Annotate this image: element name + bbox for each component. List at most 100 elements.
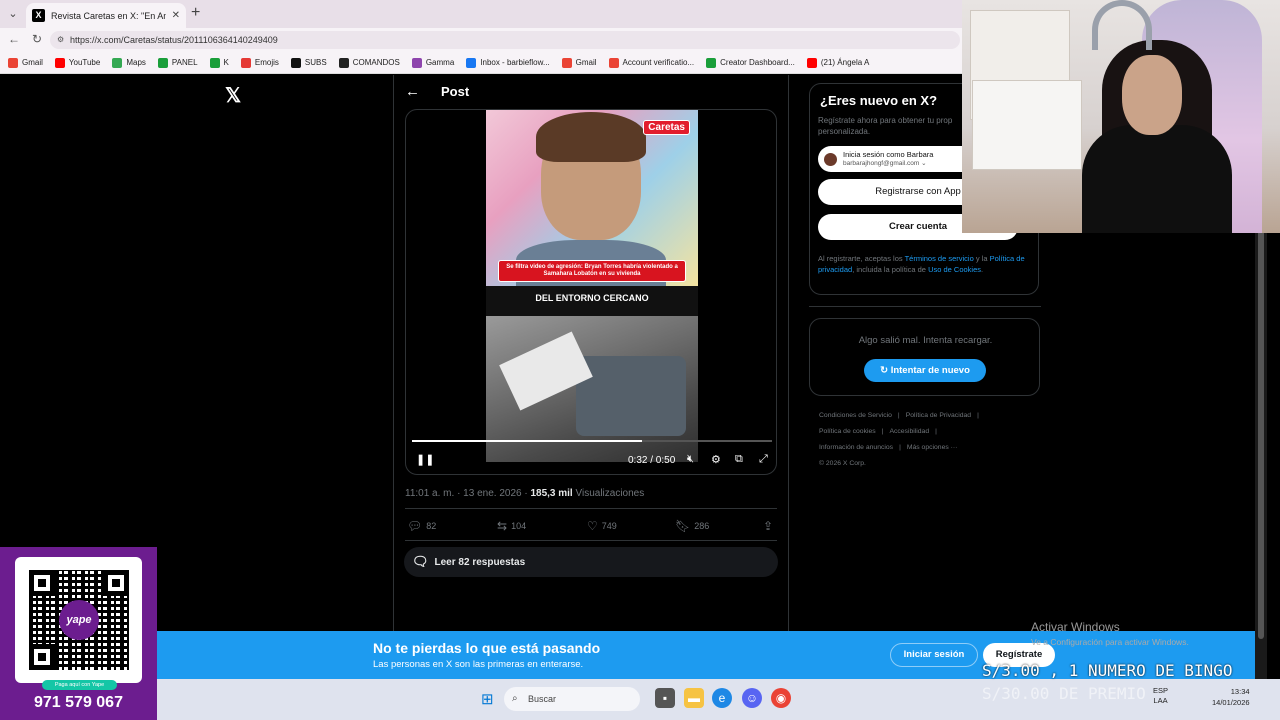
heart-icon: ♡ (587, 519, 598, 533)
bookmark-favicon-icon (240, 57, 251, 68)
bookmark-item[interactable]: COMANDOS (338, 57, 400, 68)
browser-tab[interactable]: X Revista Caretas en X: "En Amor y F ✕ (26, 3, 186, 28)
bookmark-favicon-icon (608, 57, 619, 68)
back-arrow-icon[interactable]: ← (405, 83, 420, 100)
activate-windows-subtitle: Ve a Configuración para activar Windows. (1031, 637, 1189, 647)
new-tab-icon[interactable]: + (191, 4, 200, 22)
pause-icon[interactable]: ❚❚ (416, 453, 434, 466)
bookmark-favicon-icon (8, 57, 18, 68)
error-card: Algo salió mal. Intenta recargar. ↻ Inte… (809, 318, 1040, 396)
speech-bubble-icon: 🗨︎ (412, 554, 429, 569)
legal-text: Al registrarte, aceptas los Términos de … (818, 254, 1033, 275)
repost-button[interactable]: ⇆ 104 (497, 519, 526, 533)
login-button[interactable]: Iniciar sesión (890, 643, 978, 667)
reply-button[interactable]: 💬︎ 82 (407, 519, 436, 533)
url-text: https://x.com/Caretas/status/20111063641… (70, 35, 278, 45)
banner-subtitle: Las personas en X son las primeras en en… (373, 659, 584, 670)
terms-link[interactable]: Términos de servicio (905, 254, 974, 263)
avatar (824, 152, 837, 166)
bookmark-item[interactable]: Gmail (561, 57, 597, 68)
bookmark-label: Maps (126, 58, 146, 67)
bookmark-item[interactable]: PANEL (157, 57, 198, 68)
bookmark-button[interactable]: 🔖︎ 286 (675, 519, 709, 533)
bookmark-item[interactable]: Creator Dashboard... (706, 57, 795, 68)
x-logo-icon[interactable]: 𝕏 (225, 83, 241, 108)
share-button[interactable]: ⇪ (763, 519, 773, 533)
apple-signup-label: Registrarse con App (875, 186, 961, 197)
bookmark-item[interactable]: Account verificatio... (608, 57, 695, 68)
close-tab-icon[interactable]: ✕ (172, 10, 180, 21)
error-message: Algo salió mal. Intenta recargar. (858, 335, 993, 346)
video-progress-fill (412, 440, 643, 442)
footer-link[interactable]: Política de Privacidad (906, 412, 971, 419)
bookmark-item[interactable]: Gmail (8, 57, 43, 68)
repost-count: 104 (511, 521, 527, 531)
back-nav-icon[interactable]: ← (8, 32, 20, 46)
fullscreen-icon[interactable]: ⤢ (759, 453, 768, 466)
yape-logo: yape (59, 600, 99, 640)
settings-gear-icon[interactable]: ⚙ (711, 453, 721, 466)
footer-separator: | (881, 428, 884, 435)
signup-title: ¿Eres nuevo en X? (820, 93, 938, 108)
keyboard-language[interactable]: ESP LAA (1153, 686, 1168, 706)
bookmark-label: Account verificatio... (622, 58, 695, 67)
search-icon: ⌕ (512, 693, 518, 704)
clock-time: 13:34 (1230, 687, 1250, 696)
video-player[interactable]: Caretas Se filtra video de agresión: Bry… (405, 109, 777, 475)
google-signin-email: barbarajhongf@gmail.com ⌄ (843, 160, 927, 168)
bookmark-favicon-icon (112, 57, 123, 68)
edge-icon[interactable]: e (712, 688, 732, 708)
footer-link[interactable]: © 2026 X Corp. (819, 460, 866, 467)
bookmark-favicon-icon (157, 57, 168, 68)
bookmark-favicon-icon (466, 57, 477, 68)
drawers-shape (972, 80, 1082, 170)
read-replies-button[interactable]: 🗨︎ Leer 82 respuestas (404, 547, 778, 577)
picture-in-picture-icon[interactable]: ⧉ (735, 453, 743, 466)
reload-icon[interactable]: ↻ (32, 32, 42, 46)
footer-link[interactable]: Accesibilidad (889, 428, 929, 435)
bookmark-count: 286 (694, 521, 710, 531)
bookmark-item[interactable]: K (209, 57, 229, 68)
page-title: Post (441, 84, 470, 99)
video-top-image: Caretas Se filtra video de agresión: Bry… (486, 110, 698, 290)
bookmark-icon: 🔖︎ (675, 519, 691, 533)
divider (405, 508, 777, 509)
bookmark-item[interactable]: SUBS (290, 57, 327, 68)
chrome-icon[interactable]: ◉ (771, 688, 791, 708)
mute-icon[interactable]: 🔇︎ (687, 453, 694, 466)
taskbar-search[interactable]: ⌕ Buscar (504, 687, 640, 711)
clock-date: 14/01/2026 (1212, 697, 1250, 707)
like-button[interactable]: ♡ 749 (587, 519, 617, 533)
footer-link[interactable]: Información de anuncios (819, 444, 893, 451)
bookmark-favicon-icon (54, 57, 65, 68)
bookmark-item[interactable]: (21) Ángela A (806, 57, 869, 68)
task-view-icon[interactable]: ▪ (655, 688, 675, 708)
video-progress-bar[interactable] (412, 440, 772, 442)
bookmark-item[interactable]: Inbox - barbieflow... (466, 57, 550, 68)
system-clock[interactable]: 13:34 14/01/2026 (1212, 687, 1250, 708)
cookies-link[interactable]: Uso de Cookies (928, 265, 981, 274)
bookmark-favicon-icon (806, 57, 817, 68)
discord-icon[interactable]: ☺ (742, 688, 762, 708)
windows-start-icon[interactable]: ⊞ (481, 690, 494, 708)
lang-line: ESP (1153, 686, 1169, 695)
bookmark-label: Creator Dashboard... (720, 58, 795, 67)
bookmark-label: Inbox - barbieflow... (480, 58, 550, 67)
bookmark-item[interactable]: YouTube (54, 57, 100, 68)
url-field[interactable]: ⚙ https://x.com/Caretas/status/201110636… (50, 31, 960, 49)
footer-link[interactable]: Más opciones ··· (907, 444, 958, 451)
retry-label: Intentar de nuevo (890, 365, 970, 376)
qr-finder (29, 644, 55, 670)
footer-link[interactable]: Condiciones de Servicio (819, 412, 892, 419)
tab-search-icon[interactable]: ⌄ (4, 5, 22, 23)
person-face (1122, 55, 1182, 135)
file-explorer-icon[interactable]: ▬ (684, 688, 704, 708)
banner-title: No te pierdas lo que está pasando (373, 640, 601, 656)
bookmark-item[interactable]: Emojis (240, 57, 279, 68)
site-info-icon[interactable]: ⚙ (57, 31, 64, 49)
footer-link[interactable]: Política de cookies (819, 428, 876, 435)
bookmark-item[interactable]: Gamma (411, 57, 454, 68)
bookmark-item[interactable]: Maps (112, 57, 146, 68)
retry-button[interactable]: ↻ Intentar de nuevo (864, 359, 986, 382)
post-timestamp[interactable]: 11:01 a. m. · 13 ene. 2026 · (405, 488, 530, 499)
